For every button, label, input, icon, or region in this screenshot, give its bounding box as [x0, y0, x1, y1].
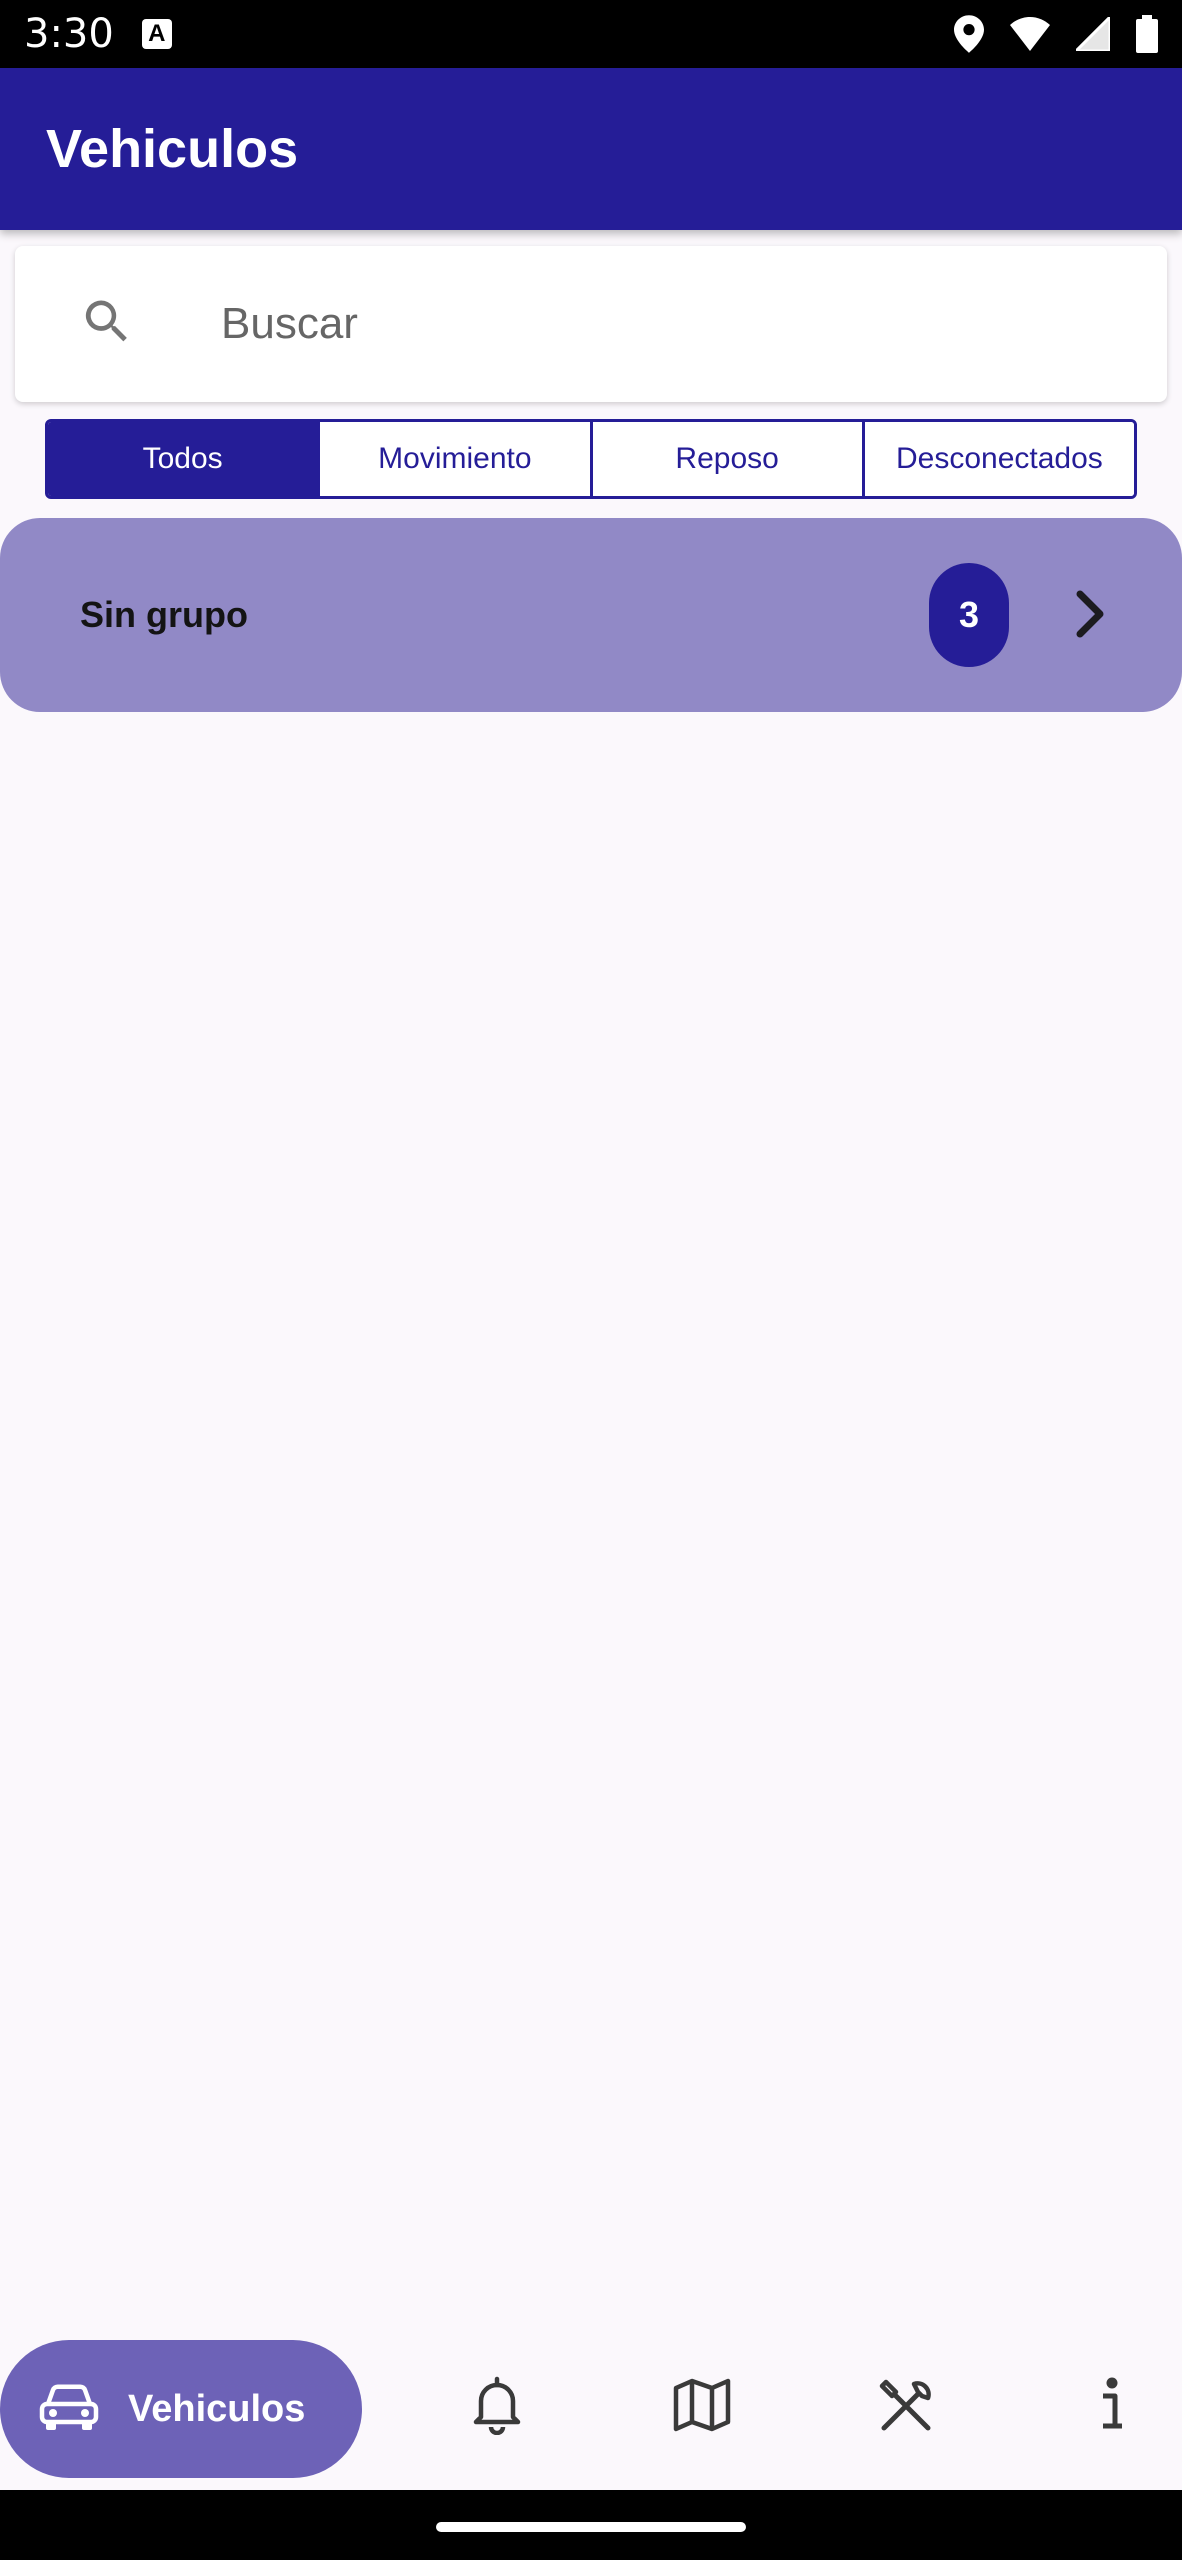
gesture-handle[interactable]: [436, 2522, 746, 2532]
nav-item-notifications[interactable]: [462, 2372, 532, 2442]
info-icon: [1097, 2376, 1127, 2439]
page-title: Vehiculos: [46, 119, 299, 179]
signal-icon: [1076, 17, 1110, 51]
filter-movimiento[interactable]: Movimiento: [317, 422, 590, 496]
group-name: Sin grupo: [80, 594, 248, 635]
status-time: 3:30: [24, 11, 114, 57]
filter-segmented-control: Todos Movimiento Reposo Desconectados: [45, 419, 1137, 499]
gesture-navigation-area: [0, 2490, 1182, 2560]
status-bar: 3:30 A: [0, 0, 1182, 68]
nav-item-info[interactable]: [1077, 2372, 1147, 2442]
search-bar[interactable]: [15, 246, 1167, 402]
location-icon: [954, 15, 984, 53]
filter-desconectados[interactable]: Desconectados: [861, 422, 1134, 496]
nav-selected-label: Vehiculos: [128, 2387, 306, 2430]
tools-icon: [878, 2376, 936, 2439]
filter-reposo[interactable]: Reposo: [589, 422, 862, 496]
app-bar: Vehiculos: [0, 68, 1182, 230]
wifi-icon: [1010, 17, 1050, 51]
car-icon: [38, 2382, 100, 2437]
battery-icon: [1136, 15, 1158, 53]
nav-item-vehiculos[interactable]: Vehiculos: [0, 2340, 362, 2478]
chevron-right-icon: [1070, 588, 1110, 645]
group-count-badge: 3: [929, 563, 1009, 667]
nav-item-tools[interactable]: [872, 2372, 942, 2442]
bottom-navigation: Vehiculos: [0, 2322, 1182, 2490]
text-a-icon: A: [141, 19, 172, 49]
search-icon: [79, 294, 135, 355]
group-row-sin-grupo[interactable]: Sin grupo 3: [0, 518, 1182, 712]
bell-icon: [471, 2375, 523, 2440]
filter-todos[interactable]: Todos: [48, 422, 318, 496]
nav-item-map[interactable]: [667, 2372, 737, 2442]
search-input[interactable]: [221, 246, 1141, 402]
map-icon: [673, 2378, 731, 2437]
